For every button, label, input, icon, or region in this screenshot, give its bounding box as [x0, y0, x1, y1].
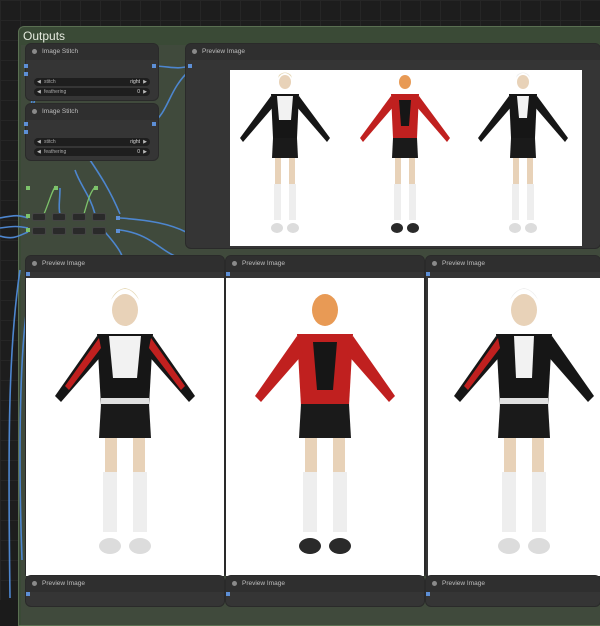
collapse-dot-icon[interactable]	[432, 581, 437, 586]
reroute-node[interactable]	[94, 186, 98, 190]
preview-image-node-6[interactable]: Preview Image	[426, 576, 600, 606]
back-view-figure	[255, 294, 395, 554]
collapsed-node[interactable]	[52, 227, 66, 235]
collapsed-node[interactable]	[32, 213, 46, 221]
side-view-figure	[454, 288, 594, 554]
increment-arrow-icon[interactable]: ▶	[143, 88, 147, 96]
widget-label: feathering	[44, 149, 67, 155]
increment-arrow-icon[interactable]: ▶	[143, 148, 147, 156]
output-port[interactable]	[116, 216, 120, 220]
input-port[interactable]	[24, 130, 28, 134]
output-port[interactable]	[116, 229, 120, 233]
input-port[interactable]	[24, 72, 28, 76]
image-stitch-node-2[interactable]: Image Stitch ◀ stitch right ▶ ◀ featheri…	[26, 104, 158, 160]
widget-value: 0	[137, 89, 140, 95]
input-port[interactable]	[226, 592, 230, 596]
reroute-node[interactable]	[26, 186, 30, 190]
feathering-number[interactable]: ◀ feathering 0 ▶	[34, 148, 150, 156]
input-port[interactable]	[188, 64, 192, 68]
feathering-number[interactable]: ◀ feathering 0 ▶	[34, 88, 150, 96]
preview-image-node-5[interactable]: Preview Image	[226, 576, 424, 606]
collapse-dot-icon[interactable]	[232, 261, 237, 266]
collapsed-node[interactable]	[92, 213, 106, 221]
preview-image-node-4[interactable]: Preview Image	[26, 576, 224, 606]
collapse-dot-icon[interactable]	[432, 261, 437, 266]
node-title: Image Stitch	[42, 48, 79, 55]
increment-arrow-icon[interactable]: ▶	[143, 78, 147, 86]
input-port[interactable]	[24, 122, 28, 126]
widget-value: right	[130, 139, 140, 145]
collapse-dot-icon[interactable]	[232, 581, 237, 586]
node-title-bar[interactable]: Preview Image	[226, 576, 424, 592]
node-title: Preview Image	[442, 260, 485, 267]
node-title: Preview Image	[442, 580, 485, 587]
node-title-bar[interactable]: Image Stitch	[26, 44, 158, 60]
decrement-arrow-icon[interactable]: ◀	[37, 148, 41, 156]
decrement-arrow-icon[interactable]: ◀	[37, 78, 41, 86]
input-port[interactable]	[226, 272, 230, 276]
output-port[interactable]	[152, 122, 156, 126]
node-title: Preview Image	[42, 580, 85, 587]
output-port[interactable]	[152, 64, 156, 68]
reroute-node[interactable]	[26, 214, 30, 218]
decrement-arrow-icon[interactable]: ◀	[37, 88, 41, 96]
input-port[interactable]	[24, 64, 28, 68]
collapse-dot-icon[interactable]	[32, 261, 37, 266]
input-port[interactable]	[26, 272, 30, 276]
node-title-bar[interactable]: Preview Image	[186, 44, 600, 60]
node-title-bar[interactable]: Preview Image	[26, 576, 224, 592]
reroute-node[interactable]	[26, 228, 30, 232]
decrement-arrow-icon[interactable]: ◀	[37, 138, 41, 146]
node-title-bar[interactable]: Image Stitch	[26, 104, 158, 120]
stitch-combo[interactable]: ◀ stitch right ▶	[34, 138, 150, 146]
node-title-bar[interactable]: Preview Image	[426, 256, 600, 272]
front-view-image	[26, 278, 224, 576]
collapse-dot-icon[interactable]	[32, 49, 37, 54]
node-title: Preview Image	[42, 260, 85, 267]
stitch-combo[interactable]: ◀ stitch right ▶	[34, 78, 150, 86]
reroute-node[interactable]	[54, 186, 58, 190]
node-title: Preview Image	[242, 260, 285, 267]
node-title: Preview Image	[242, 580, 285, 587]
front-view-figure	[55, 288, 195, 554]
input-port[interactable]	[426, 272, 430, 276]
node-title: Preview Image	[202, 48, 245, 55]
collapsed-node[interactable]	[92, 227, 106, 235]
side-view-image	[428, 278, 600, 576]
node-title: Image Stitch	[42, 108, 79, 115]
widget-value: 0	[137, 149, 140, 155]
image-stitch-node-1[interactable]: Image Stitch ◀ stitch right ▶ ◀ featheri…	[26, 44, 158, 100]
collapsed-node[interactable]	[52, 213, 66, 221]
collapsed-node[interactable]	[72, 227, 86, 235]
stitched-preview-image	[230, 70, 582, 246]
widget-label: feathering	[44, 89, 67, 95]
collapse-dot-icon[interactable]	[32, 109, 37, 114]
character-turnaround-image	[240, 72, 568, 233]
widget-value: right	[130, 79, 140, 85]
collapsed-node[interactable]	[72, 213, 86, 221]
collapse-dot-icon[interactable]	[32, 581, 37, 586]
widget-label: stitch	[44, 79, 56, 85]
input-port[interactable]	[426, 592, 430, 596]
widget-label: stitch	[44, 139, 56, 145]
group-title[interactable]: Outputs	[23, 29, 65, 43]
node-title-bar[interactable]: Preview Image	[26, 256, 224, 272]
increment-arrow-icon[interactable]: ▶	[143, 138, 147, 146]
node-title-bar[interactable]: Preview Image	[226, 256, 424, 272]
collapse-dot-icon[interactable]	[192, 49, 197, 54]
node-title-bar[interactable]: Preview Image	[426, 576, 600, 592]
input-port[interactable]	[26, 592, 30, 596]
back-view-image	[226, 278, 424, 576]
collapsed-node[interactable]	[32, 227, 46, 235]
